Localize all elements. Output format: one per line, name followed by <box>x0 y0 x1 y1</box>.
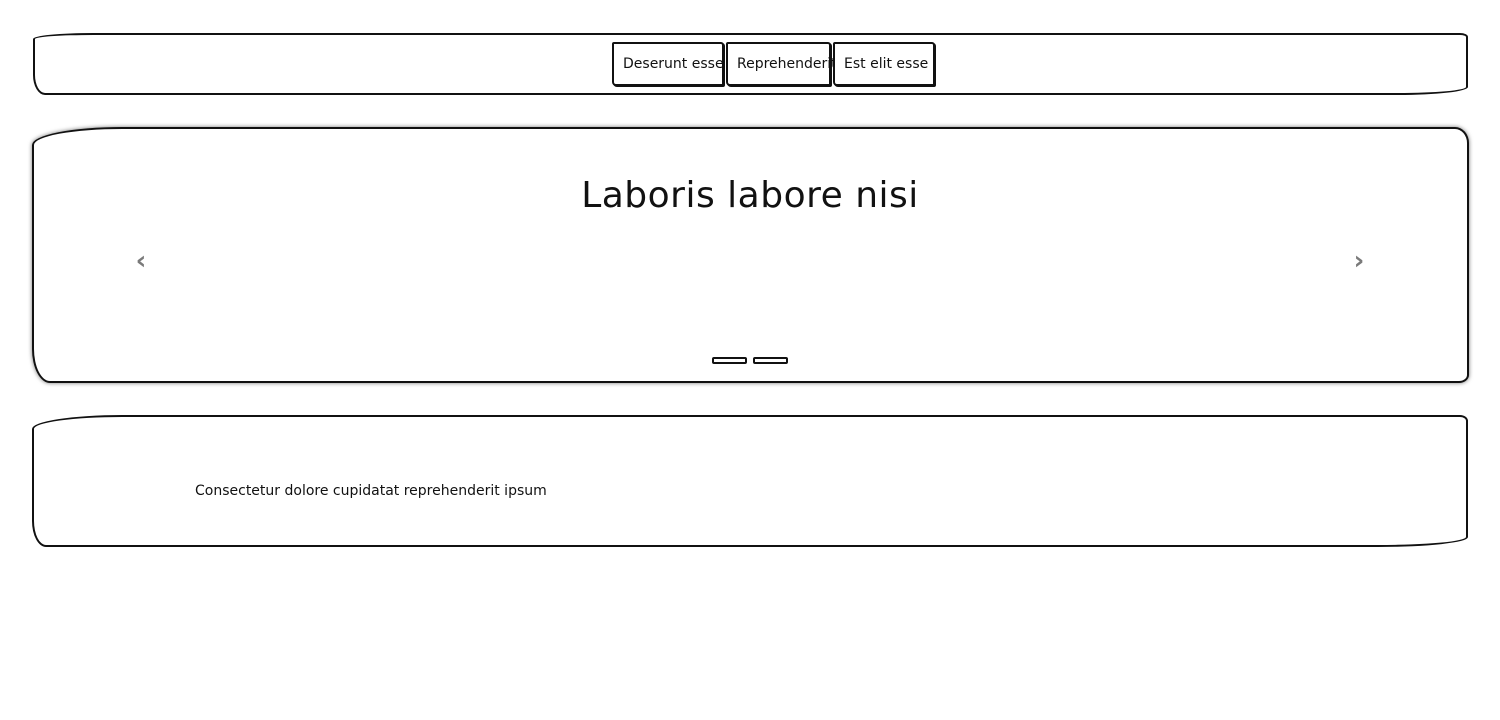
chevron-right-icon[interactable]: › <box>1344 246 1374 276</box>
carousel-slide-title: Laboris labore nisi <box>581 175 919 216</box>
nav-button-deserunt-esse[interactable]: Deserunt esse <box>612 42 724 86</box>
nav-button-group: Deserunt esse Reprehenderit Est elit ess… <box>612 42 935 86</box>
carousel <box>32 127 1469 383</box>
nav-button-reprehenderit[interactable]: Reprehenderit <box>726 42 837 86</box>
chevron-left-icon[interactable]: ‹ <box>126 246 156 276</box>
content-panel <box>32 415 1468 547</box>
carousel-indicator-1[interactable] <box>712 357 747 364</box>
nav-button-est-elit-esse[interactable]: Est elit esse <box>833 42 935 86</box>
carousel-indicators <box>712 357 788 364</box>
carousel-indicator-2[interactable] <box>753 357 788 364</box>
content-text: Consectetur dolore cupidatat reprehender… <box>195 483 547 499</box>
